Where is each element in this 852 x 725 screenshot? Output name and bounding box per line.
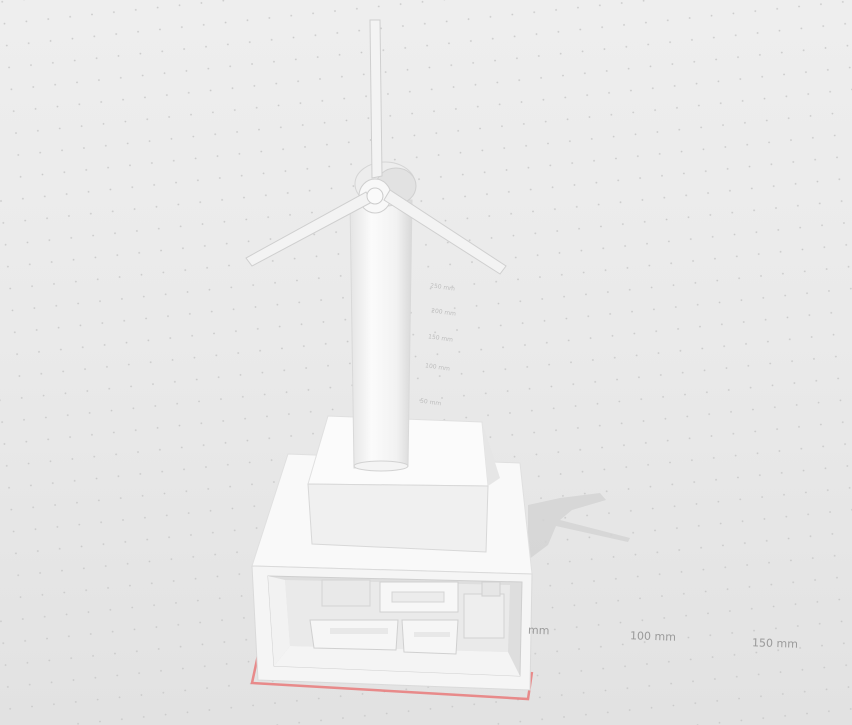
hub-cap [366, 187, 384, 205]
turbine-tower[interactable] [349, 199, 413, 472]
ruler-label-front-2: 150 mm [751, 636, 799, 651]
3d-viewport[interactable]: mm 100 mm 150 mm 250 mm 200 mm 150 mm 10… [0, 0, 852, 725]
ruler-label-front-1: 100 mm [629, 629, 677, 644]
blade-up [369, 19, 383, 179]
ruler-label-front-0: mm [527, 623, 550, 638]
